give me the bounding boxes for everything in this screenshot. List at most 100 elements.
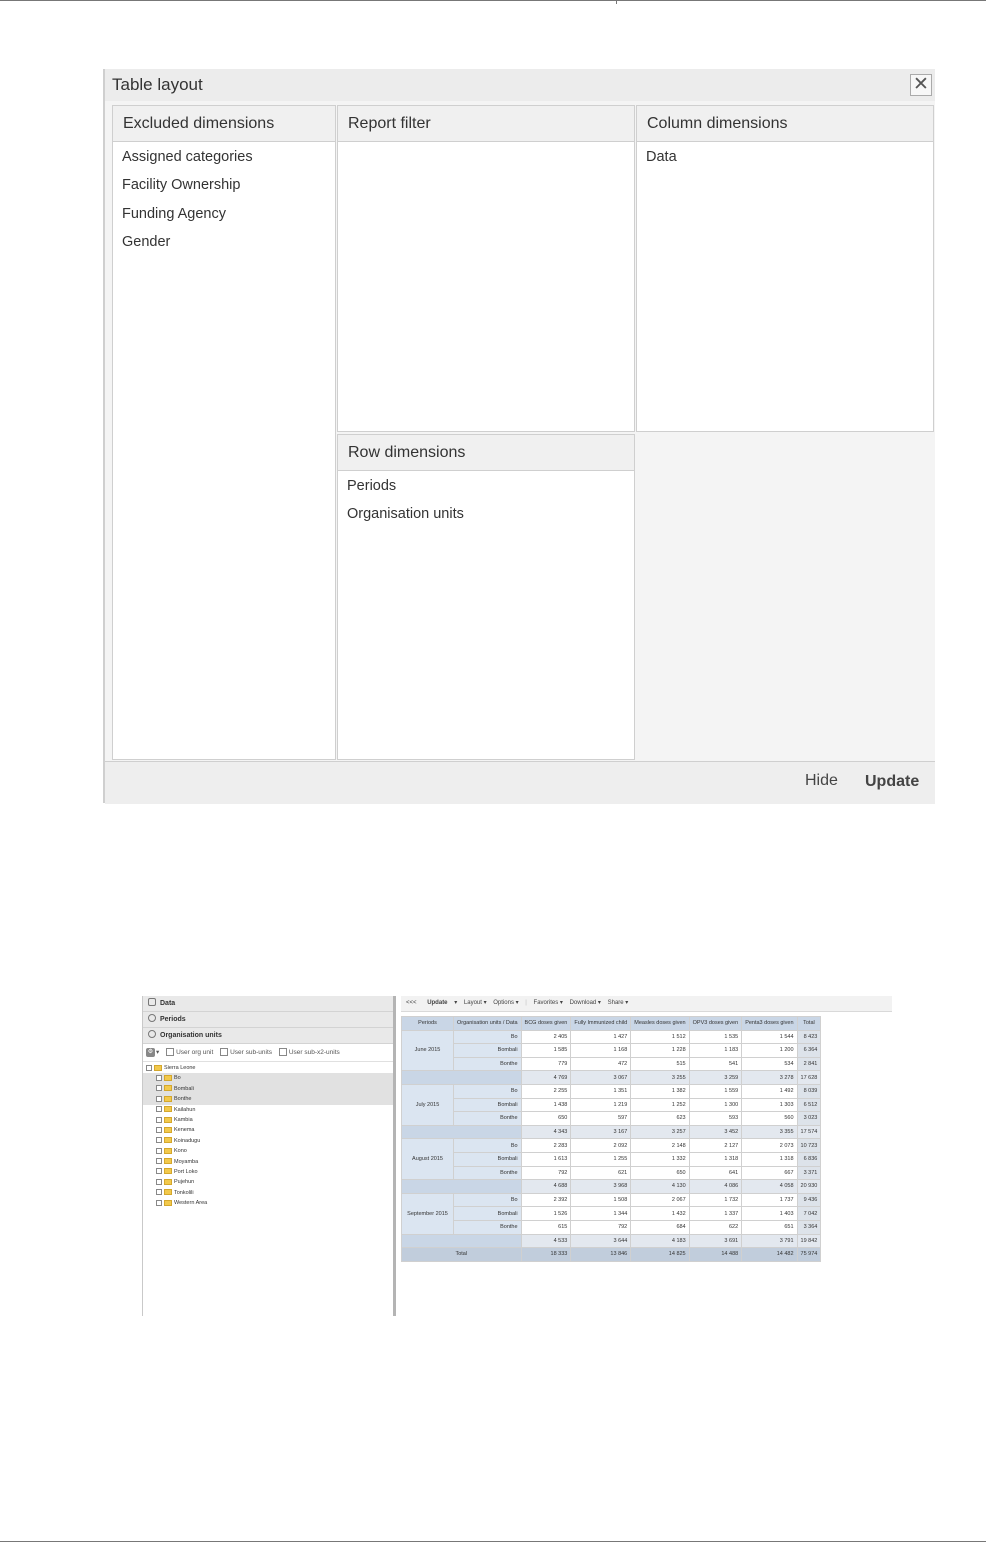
tree-node[interactable]: Kono	[143, 1146, 393, 1156]
subtotal-cell: 3 691	[688, 1233, 743, 1249]
table-row: Bombali 1 613 1 255 1 332 1 318 1 318 6 836	[402, 1151, 822, 1167]
org-unit-cell: Bombali	[453, 1151, 522, 1167]
value-cell: 2 148	[630, 1138, 690, 1153]
expand-icon[interactable]	[156, 1106, 162, 1113]
value-cell: 1 344	[570, 1206, 632, 1221]
accordion-organisation-units[interactable]: Organisation units	[143, 1028, 393, 1044]
user-org-unit-checkbox[interactable]	[166, 1048, 175, 1057]
tree-node[interactable]: Tonkolili	[143, 1188, 393, 1198]
value-cell: 515	[630, 1056, 690, 1072]
expand-icon[interactable]	[156, 1074, 162, 1081]
layout-button[interactable]: Layout ▾	[464, 1000, 487, 1006]
accordion-data[interactable]: Data	[143, 996, 393, 1012]
collapse-button[interactable]: <<<	[406, 1000, 417, 1006]
chevron-down-icon[interactable]: ▾	[156, 1049, 159, 1056]
table-row: Bonthe 779 472 515 541 534 2 841	[402, 1056, 822, 1072]
expand-icon[interactable]	[156, 1085, 162, 1092]
tree-node[interactable]: Kambia	[143, 1115, 393, 1125]
expand-icon[interactable]	[156, 1137, 162, 1144]
folder-icon	[164, 1147, 172, 1154]
folder-icon	[164, 1158, 172, 1165]
expand-icon[interactable]	[156, 1126, 162, 1133]
tree-node[interactable]: Bo	[143, 1073, 393, 1084]
hide-button[interactable]: Hide	[805, 772, 838, 790]
dimension-item[interactable]: Facility Ownership	[113, 171, 335, 199]
dimension-item[interactable]: Organisation units	[338, 500, 634, 528]
value-cell: 472	[570, 1056, 632, 1072]
column-dimensions-panel[interactable]: Column dimensions Data	[636, 105, 934, 432]
expand-icon[interactable]	[156, 1116, 162, 1123]
report-filter-panel[interactable]: Report filter	[337, 105, 635, 432]
excluded-dimensions-panel[interactable]: Excluded dimensions Assigned categories …	[112, 105, 336, 760]
tree-node[interactable]: Kailahun	[143, 1105, 393, 1115]
value-cell: 650	[520, 1111, 572, 1126]
tree-node[interactable]: Port Loko	[143, 1167, 393, 1177]
table-row: September 2015 Bo 2 392 1 508 2 067 1 732 1 73…	[401, 1192, 822, 1235]
accordion-periods[interactable]: Periods	[143, 1012, 393, 1028]
tree-node[interactable]: Moyamba	[143, 1157, 393, 1167]
dimension-item[interactable]: Data	[637, 143, 933, 171]
folder-icon	[164, 1074, 172, 1081]
expand-icon[interactable]	[156, 1147, 162, 1154]
subtotal-cell: 4 086	[688, 1179, 743, 1194]
expand-icon[interactable]	[156, 1158, 162, 1165]
expand-icon[interactable]	[146, 1064, 152, 1071]
expand-icon[interactable]	[156, 1189, 162, 1196]
update-menu-arrow[interactable]: ▾	[454, 1000, 457, 1006]
subtotal-cell: 4 688	[520, 1179, 572, 1194]
page-top-rule-tick	[616, 0, 617, 4]
gear-icon[interactable]: ⚙	[146, 1047, 155, 1057]
value-cell: 1 544	[741, 1029, 798, 1045]
tree-node[interactable]: Western Area	[143, 1198, 393, 1208]
subtotal-row: 4 343 3 167 3 257 3 452 3 355 17 574	[401, 1124, 822, 1140]
grand-total-cell: 75 974	[796, 1247, 822, 1262]
column-header: Periods	[401, 1016, 454, 1031]
dimension-item[interactable]: Periods	[338, 472, 634, 500]
download-button[interactable]: Download ▾	[570, 1000, 601, 1006]
subtotal-cell: 3 452	[688, 1124, 743, 1140]
value-cell: 792	[520, 1165, 572, 1181]
row-total-cell: 9 436	[796, 1192, 822, 1208]
dimension-list: Assigned categories Facility Ownership F…	[113, 142, 335, 256]
tree-node[interactable]: Sierra Leone	[143, 1063, 393, 1073]
tree-node[interactable]: Kenema	[143, 1125, 393, 1135]
dimension-item[interactable]: Assigned categories	[113, 143, 335, 171]
favorites-button[interactable]: Favorites ▾	[534, 1000, 563, 1006]
value-cell: 1 613	[520, 1151, 572, 1167]
expand-icon[interactable]	[156, 1178, 162, 1185]
value-cell: 792	[570, 1219, 632, 1235]
org-unit-cell: Bombali	[453, 1043, 522, 1058]
subtotal-row: 4 688 3 968 4 130 4 086 4 058 20 930	[401, 1179, 822, 1194]
subtotal-label-cell	[401, 1233, 522, 1249]
value-cell: 1 403	[741, 1206, 798, 1221]
tree-node-label: Sierra Leone	[164, 1065, 196, 1071]
dialog-header: Table layout ✕	[105, 69, 935, 101]
tree-node[interactable]: Pujehun	[143, 1177, 393, 1187]
tree-node[interactable]: Bombali	[143, 1083, 393, 1095]
user-sub-x2-units-checkbox[interactable]	[278, 1048, 287, 1057]
update-button[interactable]: Update	[427, 1000, 447, 1006]
row-dimensions-panel[interactable]: Row dimensions Periods Organisation unit…	[337, 434, 635, 760]
options-button[interactable]: Options ▾	[493, 1000, 518, 1006]
panel-title: Row dimensions	[338, 435, 634, 471]
expand-icon[interactable]	[156, 1168, 162, 1175]
subtotal-cell: 3 067	[570, 1070, 632, 1085]
subtotal-cell: 17 628	[796, 1070, 822, 1085]
share-button[interactable]: Share ▾	[608, 1000, 629, 1006]
update-button[interactable]: Update	[865, 773, 919, 791]
value-cell: 1 438	[520, 1097, 572, 1113]
subtotal-cell: 4 130	[630, 1179, 690, 1194]
expand-icon[interactable]	[156, 1095, 162, 1102]
dimension-item[interactable]: Funding Agency	[113, 200, 335, 228]
value-cell: 1 318	[741, 1151, 798, 1167]
expand-icon[interactable]	[156, 1199, 162, 1206]
tree-node[interactable]: Bonthe	[143, 1094, 393, 1105]
tree-node[interactable]: Koinadugu	[143, 1136, 393, 1146]
tree-node-label: Kailahun	[174, 1106, 196, 1113]
subtotal-cell: 3 257	[630, 1124, 690, 1140]
dimension-item[interactable]: Gender	[113, 228, 335, 256]
user-sub-units-checkbox[interactable]	[220, 1048, 229, 1057]
accordion-label: Data	[160, 1000, 176, 1007]
checkbox-label: User org unit	[176, 1049, 214, 1056]
close-icon[interactable]: ✕	[910, 74, 932, 96]
